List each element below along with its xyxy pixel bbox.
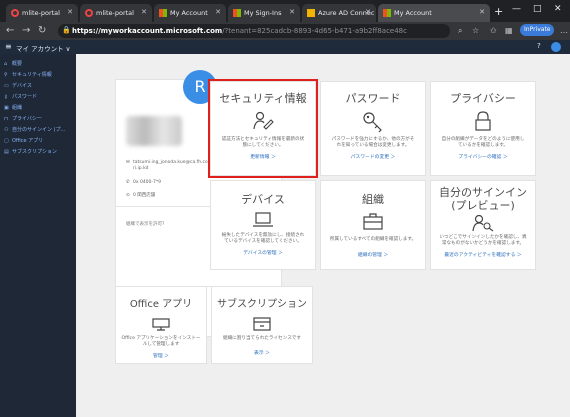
- close-icon[interactable]: ✕: [67, 8, 73, 16]
- sidebar: ⌂ 概要 ⚲ セキュリティ情報 ▭ デバイス ⚷ パスワード ▣ 組織 ⊓ プライバシー ⚇…: [0, 54, 76, 417]
- sidebar-item-devices[interactable]: ▭ デバイス: [4, 82, 74, 91]
- inprivate-badge[interactable]: InPrivate: [520, 24, 554, 36]
- security-icon: ⚲: [4, 72, 8, 78]
- home-icon: ⌂: [4, 61, 8, 67]
- ring-icon: [11, 9, 19, 17]
- more-icon[interactable]: …: [560, 26, 568, 35]
- sidebar-item-overview[interactable]: ⌂ 概要: [4, 60, 74, 69]
- sidebar-item-security[interactable]: ⚲ セキュリティ情報: [4, 71, 74, 80]
- card-subscriptions[interactable]: サブスクリプション 組織に割り当てられたライセンスです 表示 ＞: [211, 286, 313, 364]
- profile-name-blurred: [126, 116, 182, 146]
- browser-tab[interactable]: My Sign-Ins ✕: [228, 4, 300, 22]
- favorite-star-icon[interactable]: ☆: [472, 26, 479, 35]
- browser-toolbar: ← → ↻ 🔒 https://myworkaccount.microsoft.…: [0, 22, 570, 40]
- card-organizations[interactable]: 組織 所属しているすべての組織を確認します。 組織の管理 ＞: [320, 180, 426, 270]
- back-icon[interactable]: ←: [6, 25, 14, 36]
- device-icon: ▭: [4, 83, 9, 89]
- microsoft-icon: [383, 9, 391, 17]
- browser-tab-bar: mlite-portal ✕ mlite-portal ✕ My Account…: [0, 0, 570, 22]
- key-icon: ⚷: [4, 94, 8, 100]
- subscription-icon: ▤: [4, 149, 9, 155]
- minimize-icon[interactable]: —: [512, 4, 521, 14]
- sidebar-item-subscriptions[interactable]: ▤ サブスクリプション: [4, 148, 74, 157]
- maximize-icon[interactable]: □: [533, 4, 542, 14]
- highlight-box: [208, 79, 318, 178]
- browser-tab[interactable]: mlite-portal ✕: [6, 4, 78, 22]
- change-password-link[interactable]: パスワードの変更 ＞: [321, 153, 425, 160]
- menu-icon[interactable]: ≡: [5, 42, 12, 51]
- manage-organizations-link[interactable]: 組織の管理 ＞: [321, 251, 425, 258]
- org-icon: ▣: [4, 105, 9, 111]
- zoom-icon[interactable]: ⌕: [458, 26, 462, 36]
- signin-icon: ⚇: [4, 127, 9, 133]
- sidebar-item-organizations[interactable]: ▣ 組織: [4, 104, 74, 113]
- collections-icon[interactable]: ▦: [505, 26, 513, 35]
- microsoft-icon: [159, 9, 167, 17]
- main-content: R ✉ tatsumi.ing_jonoda.kue@ca.fh.co.ln ri…: [76, 54, 570, 417]
- browser-tab-active[interactable]: My Account ✕: [378, 4, 490, 22]
- card-devices[interactable]: デバイス 紛失したデバイスを無効にし、接続されているデバイスを確認してください。…: [210, 180, 316, 270]
- app-title[interactable]: マイ アカウント ∨: [16, 43, 70, 53]
- sidebar-item-privacy[interactable]: ⊓ プライバシー: [4, 115, 74, 124]
- address-bar[interactable]: 🔒 https://myworkaccount.microsoft.com/?t…: [58, 24, 450, 38]
- card-office-apps[interactable]: Office アプリ Office アプリケーションをインストールして管理します…: [115, 286, 207, 364]
- ring-icon: [85, 9, 93, 17]
- manage-office-apps-link[interactable]: 管理 ＞: [116, 352, 206, 359]
- refresh-icon[interactable]: ↻: [38, 25, 46, 36]
- lock-icon: [475, 111, 491, 131]
- browser-tab[interactable]: Azure AD Connec ✕: [302, 4, 376, 22]
- location-icon: ⊙: [126, 193, 130, 198]
- forward-icon[interactable]: →: [22, 25, 30, 36]
- phone-icon: ✆: [126, 180, 130, 185]
- close-icon[interactable]: ✕: [365, 8, 371, 16]
- help-icon[interactable]: ?: [537, 42, 541, 50]
- lock-icon: ⊓: [4, 116, 8, 122]
- office-icon: ▢: [4, 138, 9, 144]
- office-apps-icon: [152, 318, 170, 331]
- browser-tab[interactable]: mlite-portal ✕: [80, 4, 152, 22]
- signin-icon: [472, 214, 494, 232]
- browser-tab[interactable]: My Account ✕: [154, 4, 226, 22]
- favorites-icon[interactable]: ✩: [490, 26, 497, 35]
- key-icon: [363, 112, 382, 133]
- subscription-icon: [253, 317, 271, 331]
- review-recent-activity-link[interactable]: 最近のアクティビティを確認する ＞: [431, 251, 535, 258]
- briefcase-icon: [363, 213, 383, 230]
- close-window-icon[interactable]: ✕: [554, 4, 562, 14]
- review-privacy-link[interactable]: プライバシーの確認 ＞: [431, 153, 535, 160]
- sidebar-item-password[interactable]: ⚷ パスワード: [4, 93, 74, 102]
- microsoft-icon: [307, 9, 315, 17]
- card-privacy[interactable]: プライバシー 自分の組織がデータをどのように使用しているかを確認します。 プライ…: [430, 81, 536, 176]
- profile-location: ⊙ 0 関西店舗: [126, 193, 156, 198]
- mail-icon: ✉: [126, 160, 130, 165]
- close-icon[interactable]: ✕: [479, 8, 485, 16]
- lock-icon: 🔒: [62, 26, 71, 34]
- sidebar-item-signins[interactable]: ⚇ 自分のサインイン (プ...: [4, 126, 74, 135]
- card-my-signins[interactable]: 自分のサインイン (プレビュー) いつどこでサインインしたかを確認し、異常なもの…: [430, 180, 536, 270]
- new-tab-icon[interactable]: +: [494, 5, 503, 18]
- why-link[interactable]: 組織で表示を許可?: [126, 221, 164, 227]
- avatar[interactable]: [551, 42, 561, 52]
- profile-phone: ✆ 0x 0400-7*9: [126, 180, 162, 185]
- close-icon[interactable]: ✕: [215, 8, 221, 16]
- app-header: ≡ マイ アカウント ∨ ?: [0, 40, 570, 54]
- close-icon[interactable]: ✕: [289, 8, 295, 16]
- microsoft-icon: [233, 9, 241, 17]
- card-password[interactable]: パスワード パスワードを強力にするか、他の方がそれを知っている場合は変更します。…: [320, 81, 426, 176]
- close-icon[interactable]: ✕: [141, 8, 147, 16]
- manage-devices-link[interactable]: デバイスの管理 ＞: [211, 249, 315, 256]
- view-subscriptions-link[interactable]: 表示 ＞: [212, 349, 312, 356]
- sidebar-item-office-apps[interactable]: ▢ Office アプリ: [4, 137, 74, 146]
- laptop-icon: [253, 212, 273, 227]
- profile-email-second-line: ri.ip.kd: [133, 166, 149, 171]
- profile-email: ✉ tatsumi.ing_jonoda.kue@ca.fh.co.ln: [126, 160, 214, 165]
